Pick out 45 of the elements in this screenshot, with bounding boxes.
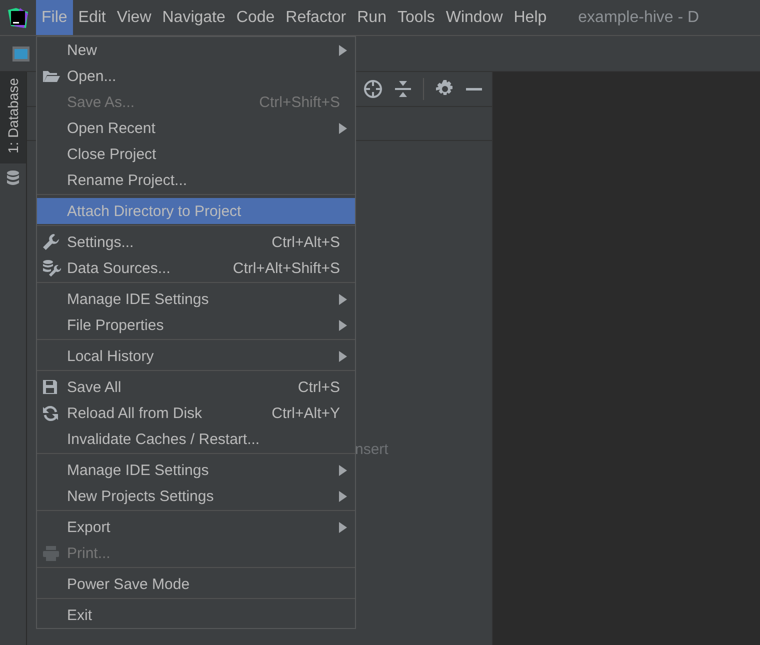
menu-bar-item[interactable]: Edit (72, 0, 112, 35)
menu-item[interactable]: Invalidate Caches / Restart... (37, 426, 355, 452)
app-logo-icon (8, 8, 28, 28)
menu-item[interactable]: Settings... Ctrl+Alt+S (37, 229, 355, 255)
menu-bar-item[interactable]: Window (440, 0, 508, 35)
menu-item[interactable]: Data Sources... Ctrl+Alt+Shift+S (37, 255, 355, 281)
shortcut-text: Ctrl+Alt+Shift+S (232, 260, 340, 276)
reload-icon (42, 404, 59, 422)
database-tab[interactable]: 1: Database (0, 72, 26, 164)
menu-item[interactable]: Exit (37, 602, 355, 628)
menu-bar-item[interactable]: Navigate (156, 0, 231, 35)
menu-bar-item[interactable]: Refactor (280, 0, 352, 35)
settings-icon[interactable] (436, 80, 454, 98)
menu-bar-item[interactable]: Code (230, 0, 280, 35)
shortcut-text: Ctrl+Alt+S (272, 234, 340, 250)
menu-bar-item[interactable]: Run (352, 0, 392, 35)
collapse-icon[interactable] (395, 80, 411, 98)
menu-item[interactable]: Open Recent (37, 115, 355, 141)
menu-item[interactable]: New Projects Settings (37, 483, 355, 509)
menu-item[interactable]: Manage IDE Settings (37, 286, 355, 312)
menu-item[interactable]: Save All Ctrl+S (37, 374, 355, 400)
shortcut-text: Ctrl+Shift+S (259, 94, 340, 110)
menu-item[interactable]: Manage IDE Settings (37, 457, 355, 483)
window-icon[interactable] (12, 46, 30, 62)
shortcut-text: Ctrl+Alt+Y (272, 404, 340, 422)
printer-icon (42, 544, 60, 562)
menu-bar-item[interactable]: View (111, 0, 157, 35)
menu-item[interactable]: Open... (37, 63, 355, 89)
window-title: example-hive - D (578, 8, 700, 26)
menu-item[interactable]: Local History (37, 343, 355, 369)
menu-item[interactable]: Export (37, 514, 355, 540)
minimize-icon[interactable] (466, 88, 482, 90)
target-icon[interactable] (363, 79, 383, 99)
menu-bar-item[interactable]: Tools (392, 0, 440, 35)
database-wrench-icon (42, 259, 62, 277)
menu-item[interactable]: Close Project (37, 141, 355, 167)
menu-item[interactable]: Power Save Mode (37, 571, 355, 597)
menu-item[interactable]: Rename Project... (37, 167, 355, 193)
menu-item[interactable]: Reload All from Disk Ctrl+Alt+Y (37, 400, 355, 426)
database-icon (6, 170, 20, 186)
shortcut-text: Ctrl+S (298, 378, 340, 396)
wrench-icon (42, 233, 60, 251)
menu-item[interactable]: File Properties (37, 312, 355, 338)
menu-bar-item[interactable]: Help (508, 0, 552, 35)
folder-icon (42, 69, 60, 83)
